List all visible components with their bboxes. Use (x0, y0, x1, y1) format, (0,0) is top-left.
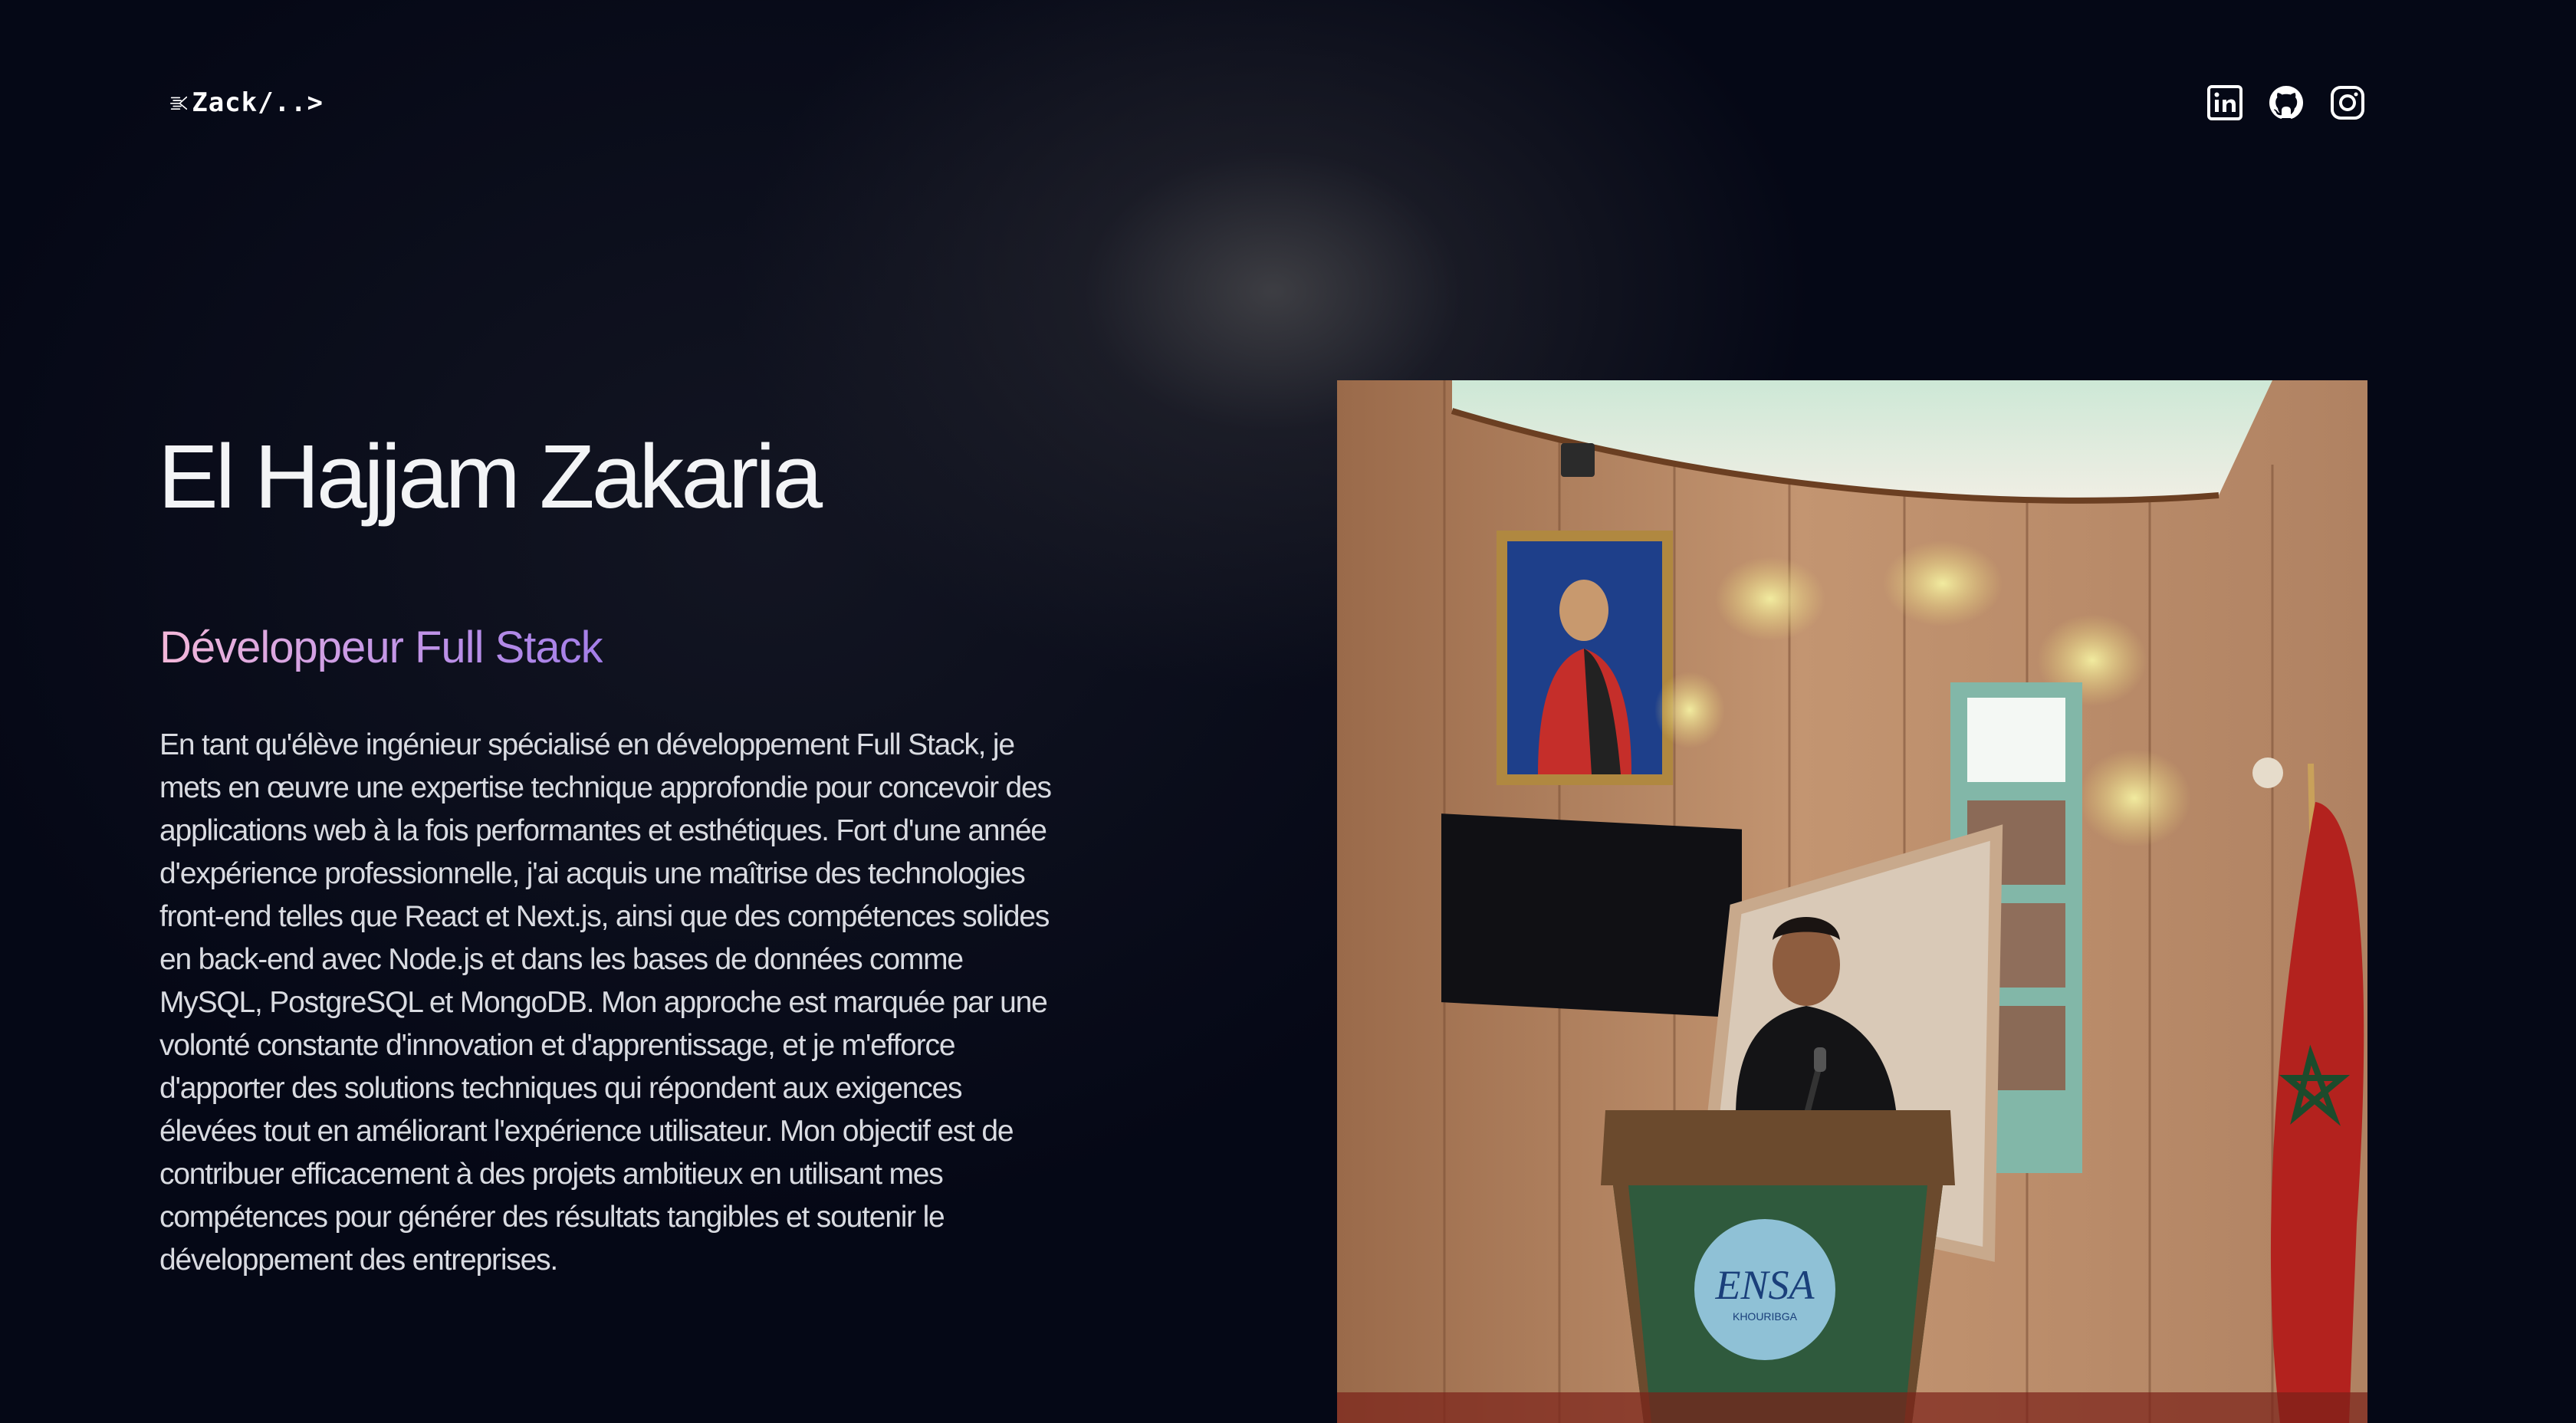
site-logo[interactable]: Zack/..> (170, 80, 324, 126)
github-icon (2269, 86, 2303, 119)
hero-bio: En tant qu'élève ingénieur spécialisé en… (159, 728, 1052, 1277)
linkedin-icon (2207, 85, 2242, 120)
hero-name: El Hajjam Zakaria (158, 426, 823, 527)
linkedin-link[interactable] (2206, 84, 2243, 121)
portfolio-page: Zack/..> El Hajjam Zakaria Développeur F… (0, 0, 2576, 1423)
profile-photo: ENSA KHOURIBGA (1337, 380, 2367, 1423)
podium-logo-text: ENSA (1715, 1262, 1815, 1308)
instagram-link[interactable] (2329, 84, 2366, 121)
speed-lines-logo-icon (170, 96, 188, 110)
instagram-icon (2331, 86, 2364, 120)
podium-logo-subtext: KHOURIBGA (1733, 1310, 1798, 1323)
hero-role: Développeur Full Stack (159, 618, 603, 678)
logo-text: Zack/..> (192, 87, 324, 118)
github-link[interactable] (2268, 84, 2305, 121)
social-links (2206, 84, 2366, 121)
